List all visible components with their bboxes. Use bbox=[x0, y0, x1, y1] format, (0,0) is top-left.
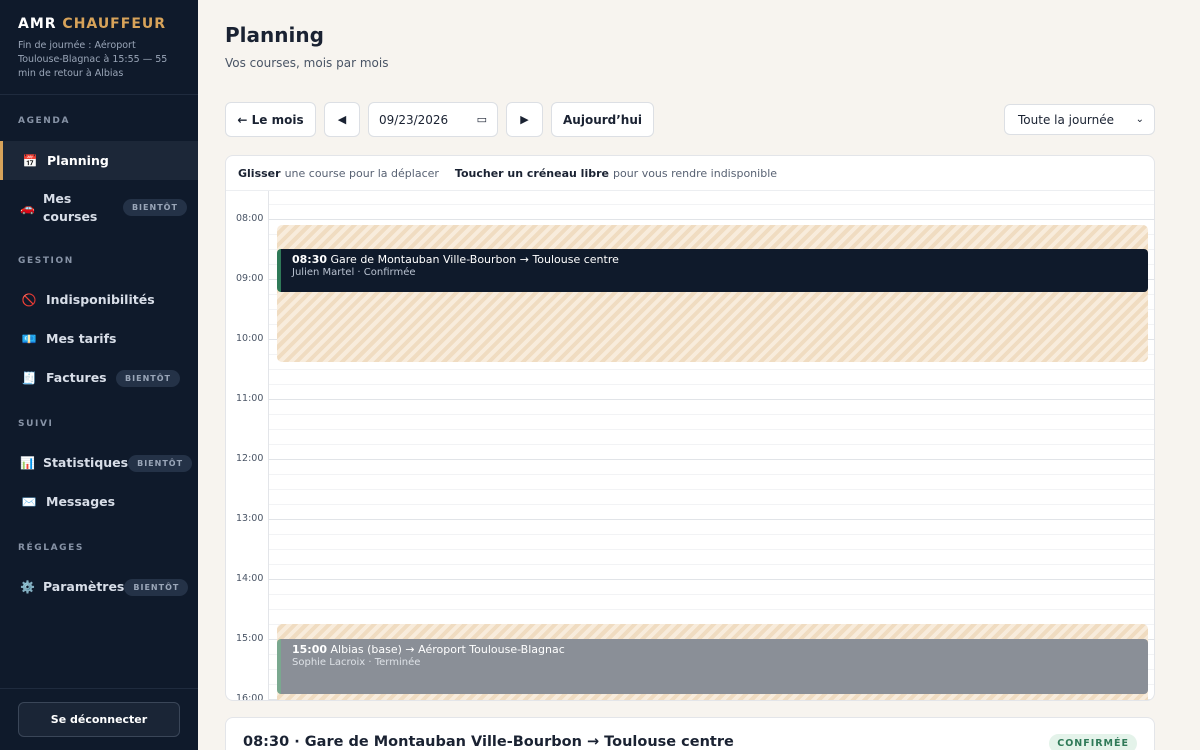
time-range-value: Toute la journée bbox=[1018, 112, 1115, 127]
sidebar: AMR CHAUFFEUR Fin de journée : Aéroport … bbox=[0, 0, 198, 750]
sidebar-item-mes-courses[interactable]: 🚗 Mes courses BIENTÔT bbox=[0, 188, 198, 227]
sidebar-item-label: Messages bbox=[46, 494, 116, 509]
hour-label: 15:00 bbox=[236, 633, 264, 644]
soon-badge: BIENTÔT bbox=[124, 578, 189, 596]
section-reglages: RÉGLAGES bbox=[18, 543, 84, 553]
page-subtitle: Vos courses, mois par mois bbox=[225, 56, 389, 70]
course-event[interactable]: 15:00 Albias (base) → Aéroport Toulouse-… bbox=[277, 639, 1148, 694]
soon-badge: BIENTÔT bbox=[116, 369, 180, 387]
event-route: Gare de Montauban Ville-Bourbon → Toulou… bbox=[330, 253, 619, 266]
brand-name-accent: CHAUFFEUR bbox=[62, 16, 167, 32]
sidebar-item-indisponibilites[interactable]: 🚫 Indisponibilités bbox=[0, 281, 198, 319]
event-time: 15:00 bbox=[292, 643, 328, 656]
envelope-icon: ✉️ bbox=[21, 495, 37, 509]
hour-label: 16:00 bbox=[236, 693, 264, 701]
chevron-down-icon: ⌄ bbox=[1135, 114, 1144, 125]
date-input[interactable]: 09/23/2026 ▭ bbox=[368, 102, 498, 137]
sidebar-item-label: Planning bbox=[47, 152, 109, 168]
event-client: Julien Martel bbox=[292, 267, 355, 278]
section-agenda: AGENDA bbox=[18, 116, 71, 126]
brand: AMR CHAUFFEUR Fin de journée : Aéroport … bbox=[0, 0, 198, 95]
event-status: Terminée bbox=[374, 657, 421, 668]
soon-badge: BIENTÔT bbox=[122, 199, 187, 216]
hour-label: 10:00 bbox=[236, 333, 264, 344]
hint-tap-bold: Toucher un créneau libre bbox=[454, 166, 609, 180]
brand-subtitle: Fin de journée : Aéroport Toulouse-Blagn… bbox=[18, 40, 168, 79]
calendar-picker-icon[interactable]: ▭ bbox=[477, 113, 487, 126]
event-route: Albias (base) → Aéroport Toulouse-Blagna… bbox=[330, 643, 565, 656]
status-badge: CONFIRMÉE bbox=[1049, 734, 1137, 750]
detail-title: 08:30 · Gare de Montauban Ville-Bourbon … bbox=[243, 734, 734, 750]
sidebar-item-messages[interactable]: ✉️ Messages bbox=[0, 483, 198, 521]
time-grid[interactable]: 08:00 09:00 10:00 11:00 12:00 13:00 14:0… bbox=[226, 191, 1154, 701]
previous-day-button[interactable]: ◀ bbox=[324, 102, 360, 137]
section-suivi: SUIVI bbox=[18, 419, 54, 429]
hint-drag-text: une course pour la déplacer bbox=[284, 166, 439, 180]
banknote-icon: 💶 bbox=[21, 332, 37, 346]
soon-badge: BIENTÔT bbox=[128, 454, 193, 472]
hour-label: 11:00 bbox=[236, 393, 264, 404]
prohibited-icon: 🚫 bbox=[21, 293, 37, 307]
sidebar-item-factures[interactable]: 🧾 Factures BIENTÔT bbox=[0, 359, 198, 397]
travel-buffer-zone bbox=[277, 225, 1148, 362]
sidebar-item-parametres[interactable]: ⚙️ Paramètres BIENTÔT bbox=[0, 568, 198, 606]
sidebar-footer: Se déconnecter bbox=[0, 688, 198, 750]
hour-label: 09:00 bbox=[236, 273, 264, 284]
hours-column bbox=[226, 191, 269, 700]
event-status: Confirmée bbox=[363, 267, 416, 278]
gear-icon: ⚙️ bbox=[20, 580, 35, 594]
sidebar-item-statistiques[interactable]: 📊 Statistiques BIENTÔT bbox=[0, 444, 198, 482]
hint-drag-bold: Glisser bbox=[238, 166, 281, 180]
sidebar-item-label: Indisponibilités bbox=[46, 292, 155, 307]
course-detail-card[interactable]: 08:30 · Gare de Montauban Ville-Bourbon … bbox=[225, 717, 1155, 750]
car-icon: 🚗 bbox=[20, 200, 35, 215]
hour-label: 13:00 bbox=[236, 513, 264, 524]
sidebar-item-label: Factures bbox=[46, 370, 107, 385]
event-title: 15:00 Albias (base) → Aéroport Toulouse-… bbox=[292, 643, 1137, 656]
receipt-icon: 🧾 bbox=[21, 371, 37, 385]
hour-label: 08:00 bbox=[236, 213, 264, 224]
calendar-hint-bar: Glisser une course pour la déplacer Touc… bbox=[226, 156, 1154, 191]
event-client: Sophie Lacroix bbox=[292, 657, 366, 668]
course-event[interactable]: 08:30 Gare de Montauban Ville-Bourbon → … bbox=[277, 249, 1148, 292]
hour-label: 14:00 bbox=[236, 573, 264, 584]
event-meta: Sophie Lacroix · Terminée bbox=[292, 657, 421, 668]
brand-name: AMR bbox=[18, 16, 57, 32]
time-range-select[interactable]: Toute la journée ⌄ bbox=[1004, 104, 1155, 135]
next-day-button[interactable]: ▶ bbox=[506, 102, 543, 137]
bar-chart-icon: 📊 bbox=[20, 456, 35, 470]
page-title: Planning bbox=[225, 23, 324, 47]
sidebar-item-planning[interactable]: 📅 Planning bbox=[0, 141, 198, 180]
brand-logo: AMR CHAUFFEUR bbox=[18, 16, 180, 32]
section-gestion: GESTION bbox=[18, 256, 74, 266]
sidebar-item-label: Statistiques bbox=[42, 455, 129, 470]
calendar-icon: 📅 bbox=[22, 153, 38, 168]
hour-label: 12:00 bbox=[236, 453, 264, 464]
sidebar-item-label: Paramètres bbox=[42, 579, 125, 594]
hint-tap-text: pour vous rendre indisponible bbox=[612, 166, 778, 180]
sidebar-item-label: Mes tarifs bbox=[46, 331, 117, 346]
logout-button[interactable]: Se déconnecter bbox=[18, 702, 180, 737]
back-to-month-button[interactable]: ← Le mois bbox=[225, 102, 316, 137]
event-title: 08:30 Gare de Montauban Ville-Bourbon → … bbox=[292, 253, 1137, 266]
today-button[interactable]: Aujourd’hui bbox=[551, 102, 654, 137]
day-calendar: Glisser une course pour la déplacer Touc… bbox=[225, 155, 1155, 701]
event-meta: Julien Martel · Confirmée bbox=[292, 267, 416, 278]
sidebar-item-label: Mes courses bbox=[42, 190, 98, 224]
event-time: 08:30 bbox=[292, 253, 328, 266]
sidebar-item-mes-tarifs[interactable]: 💶 Mes tarifs bbox=[0, 320, 198, 358]
date-value: 09/23/2026 bbox=[379, 112, 449, 127]
